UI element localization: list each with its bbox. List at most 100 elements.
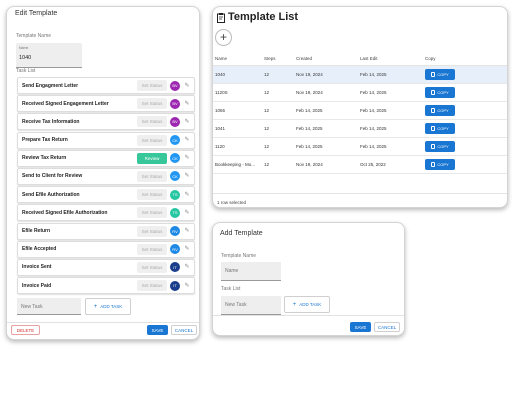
assignee-avatar[interactable]: CK [170, 153, 180, 164]
copy-button[interactable]: COPY [425, 105, 455, 116]
copy-button[interactable]: COPY [425, 123, 455, 134]
task-row[interactable]: Invoice Sent Set Status IT ✎ [17, 258, 195, 276]
task-row[interactable]: Send Engagment Letter Set Status BV ✎ [17, 77, 195, 94]
delete-button[interactable]: DELETE [11, 325, 40, 335]
assignee-avatar[interactable]: BV [170, 80, 180, 91]
task-row[interactable]: Invoice Paid Set Status IT ✎ [17, 277, 195, 295]
task-row[interactable]: Prepare Tax Return Set Status CK ✎ [17, 131, 195, 149]
copy-icon [431, 162, 436, 167]
cell-last-edit: Feb 14, 2025 [360, 72, 387, 77]
column-header-steps[interactable]: Steps [264, 56, 276, 61]
task-row[interactable]: Review Tax Return Review CK ✎ [17, 149, 195, 167]
assignee-avatar[interactable]: IT [170, 262, 180, 273]
edit-pencil-icon[interactable]: ✎ [183, 118, 191, 126]
name-field-value: 1040 [19, 55, 32, 61]
save-button[interactable]: SAVE [147, 325, 168, 335]
edit-pencil-icon[interactable]: ✎ [183, 282, 191, 290]
set-status-button[interactable]: Set Status [137, 189, 167, 201]
footer-divider [213, 315, 404, 316]
column-header-last-edit[interactable]: Last Edit [360, 56, 378, 61]
copy-label: COPY [437, 90, 449, 95]
table-row[interactable]: 1041 12 Feb 14, 2025 Feb 14, 2025 COPY [213, 120, 507, 138]
task-row[interactable]: Received Signed Engagement Letter Set St… [17, 95, 195, 113]
new-task-input[interactable]: New Task [221, 296, 281, 315]
status-badge-review[interactable]: Review [137, 152, 167, 164]
set-status-button[interactable]: Set Status [137, 116, 167, 128]
task-list: Send Engagment Letter Set Status BV ✎ Re… [17, 77, 195, 295]
selection-count: 1 row selected [217, 200, 247, 205]
template-list-title: Template List [228, 11, 299, 23]
set-status-button[interactable]: Set Status [137, 243, 167, 255]
task-row[interactable]: Send to Client for Review Set Status CK … [17, 167, 195, 185]
set-status-button[interactable]: Set Status [137, 98, 167, 110]
cell-last-edit: Feb 14, 2025 [360, 90, 387, 95]
column-header-name[interactable]: Name [215, 56, 227, 61]
table-row[interactable]: 1040 12 Nov 19, 2024 Feb 14, 2025 COPY [213, 66, 507, 84]
assignee-avatar[interactable]: BV [170, 116, 180, 127]
cell-name: 1065 [215, 108, 226, 113]
edit-pencil-icon[interactable]: ✎ [183, 191, 191, 199]
set-status-button[interactable]: Set Status [137, 225, 167, 237]
task-row[interactable]: Efile Return Set Status RV ✎ [17, 222, 195, 240]
set-status-button[interactable]: Set Status [137, 280, 167, 292]
set-status-button[interactable]: Set Status [137, 207, 167, 219]
set-status-button[interactable]: Set Status [137, 261, 167, 273]
task-list-label: Task List [221, 286, 241, 292]
set-status-button[interactable]: Set Status [137, 80, 167, 91]
task-name: Efile Accepted [22, 246, 57, 253]
save-button[interactable]: SAVE [350, 322, 371, 332]
task-name: Efile Return [22, 228, 51, 234]
copy-button[interactable]: COPY [425, 87, 455, 98]
set-status-button[interactable]: Set Status [137, 170, 167, 182]
cell-name: 1041 [215, 126, 226, 131]
plus-icon: + [93, 303, 98, 310]
add-template-button[interactable]: + [215, 29, 232, 46]
edit-pencil-icon[interactable]: ✎ [183, 172, 191, 180]
edit-pencil-icon[interactable]: ✎ [183, 82, 191, 90]
edit-pencil-icon[interactable]: ✎ [183, 209, 191, 217]
copy-button[interactable]: COPY [425, 141, 455, 152]
table-row[interactable]: 1120S 12 Nov 19, 2024 Feb 14, 2025 COPY [213, 84, 507, 102]
table-row[interactable]: Bookkeeping - Mo... 12 Nov 19, 2024 Oct … [213, 156, 507, 174]
edit-pencil-icon[interactable]: ✎ [183, 263, 191, 271]
cell-name: 1120 [215, 144, 225, 149]
copy-icon [431, 126, 436, 131]
assignee-avatar[interactable]: RV [170, 226, 180, 236]
assignee-avatar[interactable]: RV [170, 244, 180, 255]
new-task-input[interactable]: New Task [17, 298, 81, 315]
task-row[interactable]: Received Signed Efile Authorization Set … [17, 204, 195, 222]
task-row[interactable]: Send Efile Authorization Set Status TS ✎ [17, 186, 195, 204]
cell-name: Bookkeeping - Mo... [215, 162, 256, 167]
template-name-input[interactable]: Name [221, 262, 281, 281]
assignee-avatar[interactable]: CK [170, 135, 180, 146]
cancel-button[interactable]: CANCEL [171, 325, 197, 335]
assignee-avatar[interactable]: TS [170, 189, 180, 200]
edit-pencil-icon[interactable]: ✎ [183, 227, 191, 235]
copy-button[interactable]: COPY [425, 69, 455, 80]
edit-pencil-icon[interactable]: ✎ [183, 245, 191, 253]
cell-created: Feb 14, 2025 [296, 144, 323, 149]
cell-name: 1120S [215, 90, 228, 95]
copy-button[interactable]: COPY [425, 159, 455, 170]
cell-steps: 12 [264, 72, 270, 77]
template-name-field[interactable]: Name 1040 [16, 43, 82, 68]
edit-pencil-icon[interactable]: ✎ [183, 136, 191, 144]
assignee-avatar[interactable]: CK [170, 171, 180, 182]
add-task-button[interactable]: + ADD TASK [85, 298, 131, 315]
assignee-avatar[interactable]: TS [170, 207, 180, 218]
task-row[interactable]: Receive Tax Information Set Status BV ✎ [17, 113, 195, 131]
edit-pencil-icon[interactable]: ✎ [183, 100, 191, 108]
set-status-button[interactable]: Set Status [137, 134, 167, 146]
table-row[interactable]: 1065 12 Feb 14, 2025 Feb 14, 2025 COPY [213, 102, 507, 120]
task-name: Send Efile Authorization [22, 191, 80, 198]
task-row[interactable]: Efile Accepted Set Status RV ✎ [17, 240, 195, 258]
column-header-created[interactable]: Created [296, 56, 312, 61]
add-task-button[interactable]: + ADD TASK [284, 296, 330, 313]
assignee-avatar[interactable]: BV [170, 98, 180, 109]
assignee-avatar[interactable]: IT [170, 280, 180, 291]
plus-icon: + [292, 301, 297, 308]
table-row[interactable]: 1120 12 Feb 14, 2025 Feb 14, 2025 COPY [213, 138, 507, 156]
edit-pencil-icon[interactable]: ✎ [183, 154, 191, 162]
copy-label: COPY [437, 72, 449, 77]
cancel-button[interactable]: CANCEL [374, 322, 400, 332]
